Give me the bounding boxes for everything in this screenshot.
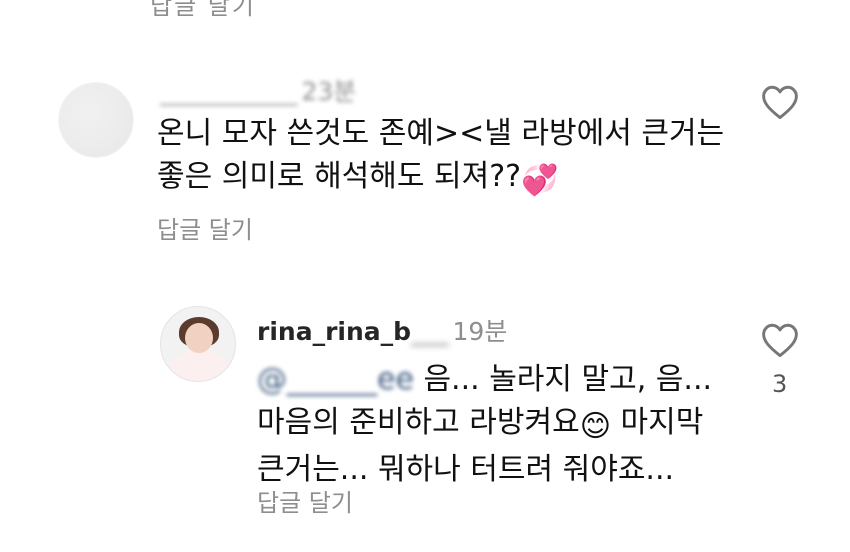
- heart-outline-icon[interactable]: [760, 84, 800, 120]
- comment: rina_rina_b___ 19분 @______ee 음... 놀라지 말고,…: [0, 300, 850, 530]
- username-hidden: ___: [411, 317, 449, 346]
- comment-username-row: ___________ 23분: [160, 72, 356, 108]
- avatar[interactable]: [58, 82, 134, 158]
- comment-text: @______ee 음... 놀라지 말고, 음... 마음의 준비하고 라방켜…: [257, 358, 727, 491]
- smiling-emoji: 😊: [579, 409, 611, 444]
- comment-time: 19분: [452, 317, 508, 346]
- reply-button[interactable]: 답글 달기: [157, 210, 253, 245]
- comment-text-line: 음... 놀라지 말고, 음...: [413, 362, 713, 397]
- comment-text-line: 온니 모자 쓴것도 존예><낼 라방에서 큰거는: [157, 116, 725, 151]
- comment-text-line: 큰거는... 뭐하나 터트려 줘야죠...: [257, 452, 675, 487]
- heart-outline-icon[interactable]: [760, 322, 800, 358]
- previous-reply-link[interactable]: 답글 달기: [150, 0, 256, 21]
- avatar-body: [171, 351, 227, 381]
- like-count: 3: [772, 370, 788, 398]
- comment: ___________ 23분 온니 모자 쓴것도 존예><낼 라방에서 큰거는 …: [0, 60, 850, 260]
- comment-text-line: 마지막: [610, 405, 704, 440]
- hearts-emoji: 💞: [521, 163, 559, 198]
- reply-button[interactable]: 답글 달기: [257, 483, 353, 518]
- comment-text-line: 마음의 준비하고 라방켜요: [257, 405, 580, 440]
- mention-link[interactable]: @______ee: [257, 362, 414, 397]
- avatar[interactable]: [160, 306, 236, 382]
- comment-time: 23분: [301, 77, 357, 106]
- comment-text-line: 좋은 의미로 해석해도 되져??: [157, 159, 522, 194]
- comment-text: 온니 모자 쓴것도 존예><낼 라방에서 큰거는 좋은 의미로 해석해도 되져?…: [157, 112, 777, 202]
- avatar-face: [185, 323, 213, 353]
- comment-username-row: rina_rina_b___ 19분: [257, 312, 507, 348]
- username[interactable]: rina_rina_b: [257, 317, 411, 346]
- username[interactable]: ___________: [160, 77, 298, 106]
